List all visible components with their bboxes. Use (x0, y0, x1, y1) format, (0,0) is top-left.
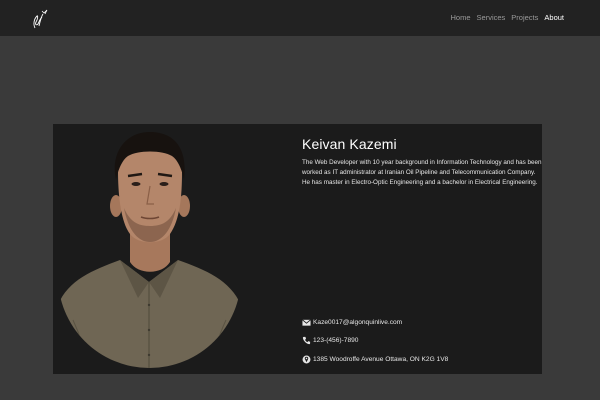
contact-phone-text[interactable]: 123-(456)-7890 (313, 337, 358, 344)
brand-logo-icon[interactable] (26, 5, 52, 31)
contact-email-text[interactable]: Kaze0017@algonquinlive.com (313, 319, 402, 326)
nav-link-projects[interactable]: Projects (511, 13, 538, 22)
contact-phone: 123-(456)-7890 (302, 336, 448, 346)
contact-address-text: 1385 Woodroffe Avenue Ottawa, ON K2G 1V8 (313, 355, 449, 363)
profile-photo (58, 130, 241, 374)
contact-list: Kaze0017@algonquinlive.com 123-(456)-789… (302, 317, 448, 373)
profile-name: Keivan Kazemi (302, 136, 397, 152)
nav-link-services[interactable]: Services (477, 13, 506, 22)
location-icon (302, 355, 311, 363)
portrait-photo-icon (58, 132, 241, 368)
profile-info: Keivan Kazemi The Web Developer with 10 … (302, 136, 542, 189)
contact-address: 1385 Woodroffe Avenue Ottawa, ON K2G 1V8 (302, 354, 448, 364)
phone-icon (302, 336, 311, 345)
navbar: Home Services Projects About (0, 0, 600, 36)
nav-menu: Home Services Projects About (451, 13, 564, 22)
profile-bio: The Web Developer with 10 year backgroun… (302, 159, 542, 187)
nav-link-home[interactable]: Home (451, 13, 471, 22)
envelope-icon (302, 318, 311, 326)
nav-link-about[interactable]: About (544, 13, 564, 22)
profile-card: Keivan Kazemi The Web Developer with 10 … (53, 124, 542, 374)
contact-email: Kaze0017@algonquinlive.com (302, 317, 448, 327)
